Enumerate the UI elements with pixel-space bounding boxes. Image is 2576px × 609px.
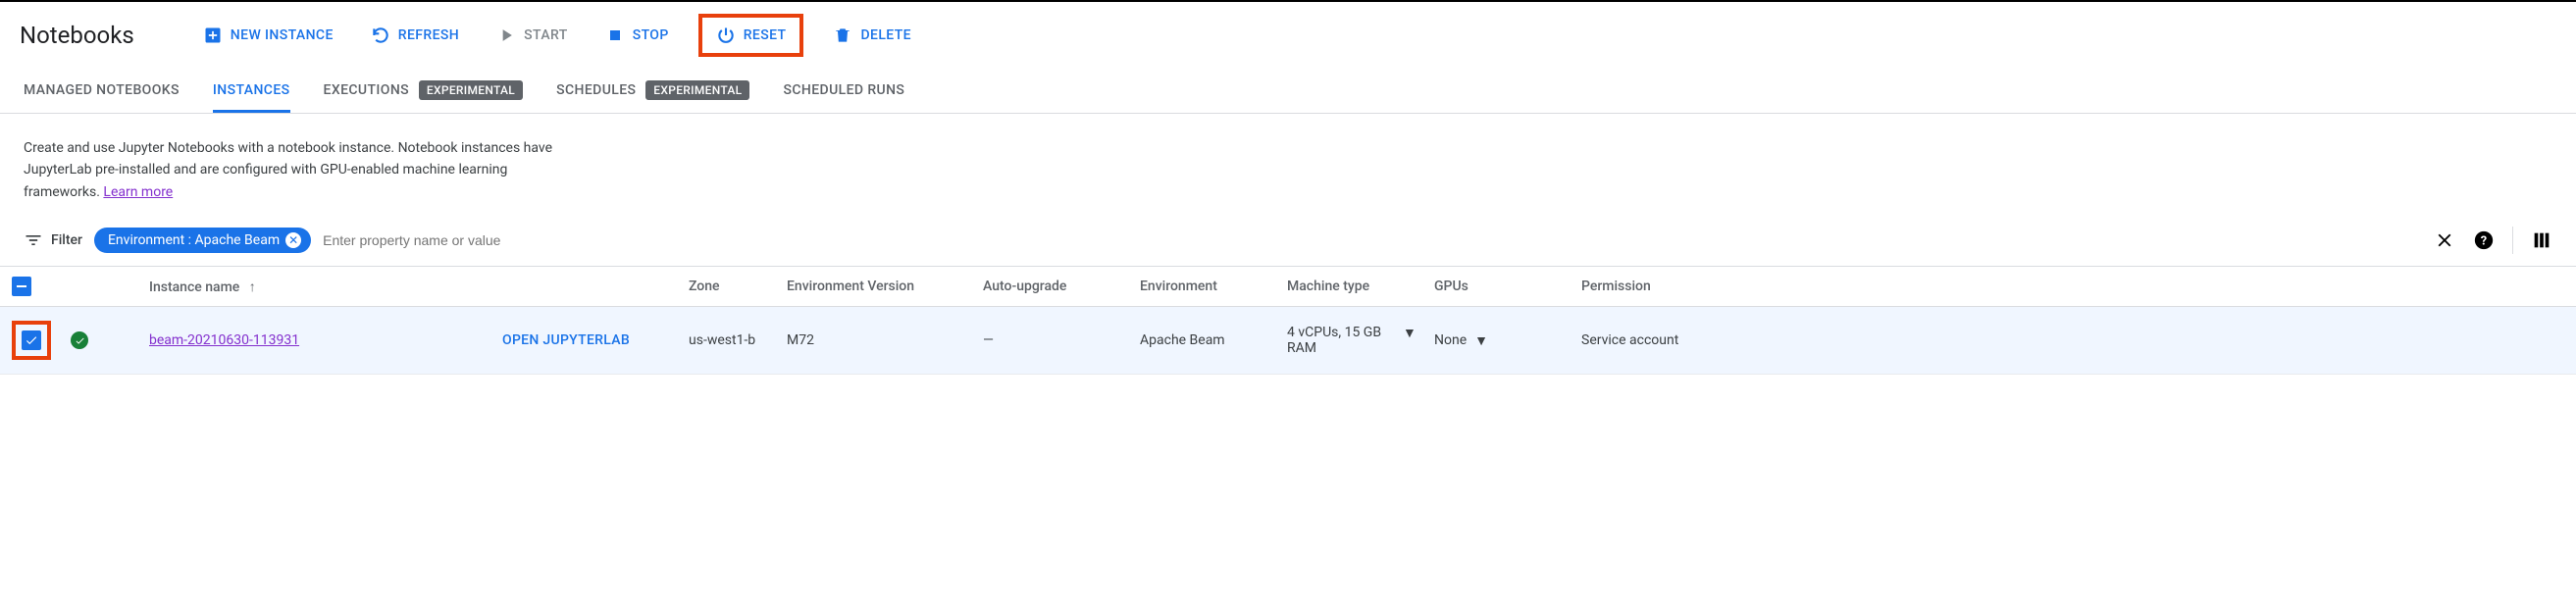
cell-machine-type[interactable]: 4 vCPUs, 15 GB RAM ▼ bbox=[1287, 325, 1434, 356]
filter-bar: Filter Environment : Apache Beam ✕ ? bbox=[0, 203, 2576, 266]
refresh-label: REFRESH bbox=[398, 27, 459, 43]
delete-button[interactable]: DELETE bbox=[825, 20, 919, 51]
tab-executions[interactable]: EXECUTIONS EXPERIMENTAL bbox=[324, 69, 524, 113]
sort-up-icon: ↑ bbox=[249, 279, 256, 295]
col-zone[interactable]: Zone bbox=[689, 279, 787, 294]
experimental-badge: EXPERIMENTAL bbox=[419, 80, 523, 100]
stop-label: STOP bbox=[633, 27, 669, 43]
status-running-icon bbox=[71, 331, 88, 349]
filter-label: Filter bbox=[51, 232, 82, 248]
refresh-button[interactable]: REFRESH bbox=[363, 20, 467, 51]
new-instance-label: NEW INSTANCE bbox=[231, 27, 334, 43]
cell-permission: Service account bbox=[1581, 332, 1699, 348]
filter-chip-label: Environment : Apache Beam bbox=[108, 232, 280, 248]
tab-scheduled-runs[interactable]: SCHEDULED RUNS bbox=[783, 69, 904, 113]
stop-button[interactable]: STOP bbox=[597, 20, 677, 51]
tab-schedules-label: SCHEDULES bbox=[556, 82, 636, 98]
instance-name-link[interactable]: beam-20210630-113931 bbox=[149, 332, 299, 348]
svg-text:?: ? bbox=[2481, 234, 2487, 249]
select-all-checkbox[interactable] bbox=[12, 277, 31, 296]
col-instance-name[interactable]: Instance name ↑ bbox=[149, 279, 502, 295]
filter-icon bbox=[24, 230, 43, 250]
col-gpus[interactable]: GPUs bbox=[1434, 279, 1581, 294]
filter-right: ? bbox=[2434, 227, 2552, 254]
tab-executions-label: EXECUTIONS bbox=[324, 82, 410, 98]
columns-icon[interactable] bbox=[2531, 229, 2552, 251]
tab-schedules[interactable]: SCHEDULES EXPERIMENTAL bbox=[556, 69, 749, 113]
close-icon[interactable]: ✕ bbox=[285, 232, 301, 248]
filter-label-wrap: Filter bbox=[24, 230, 82, 250]
reset-label: RESET bbox=[744, 27, 787, 43]
start-label: START bbox=[524, 27, 568, 43]
table-header: Instance name ↑ Zone Environment Version… bbox=[0, 266, 2576, 307]
page-title: Notebooks bbox=[20, 22, 134, 49]
tabs-bar: MANAGED NOTEBOOKS INSTANCES EXECUTIONS E… bbox=[0, 69, 2576, 114]
description-text: Create and use Jupyter Notebooks with a … bbox=[0, 114, 608, 203]
plus-icon bbox=[203, 25, 223, 45]
cell-env-version: M72 bbox=[787, 332, 983, 348]
learn-more-link[interactable]: Learn more bbox=[103, 184, 173, 200]
start-button[interactable]: START bbox=[489, 20, 576, 51]
reset-button[interactable]: RESET bbox=[708, 20, 795, 51]
row-checkbox-highlight bbox=[12, 321, 51, 360]
tab-instances[interactable]: INSTANCES bbox=[213, 69, 290, 113]
row-checkbox[interactable] bbox=[22, 330, 41, 350]
stop-icon bbox=[605, 25, 625, 45]
play-icon bbox=[496, 25, 516, 45]
table-row: beam-20210630-113931 OPEN JUPYTERLAB us-… bbox=[0, 307, 2576, 375]
chevron-down-icon[interactable]: ▼ bbox=[1403, 325, 1417, 341]
col-environment[interactable]: Environment bbox=[1140, 279, 1287, 294]
cell-auto-upgrade: — bbox=[983, 332, 1140, 348]
top-action-bar: Notebooks NEW INSTANCE REFRESH START STO… bbox=[0, 0, 2576, 69]
refresh-icon bbox=[371, 25, 390, 45]
close-icon[interactable] bbox=[2434, 229, 2455, 251]
help-icon[interactable]: ? bbox=[2473, 229, 2495, 251]
filter-input[interactable] bbox=[323, 232, 2422, 248]
cell-zone: us-west1-b bbox=[689, 332, 787, 348]
cell-gpus[interactable]: None ▼ bbox=[1434, 332, 1581, 349]
delete-label: DELETE bbox=[860, 27, 911, 43]
filter-chip[interactable]: Environment : Apache Beam ✕ bbox=[94, 228, 311, 253]
chevron-down-icon[interactable]: ▼ bbox=[1474, 332, 1488, 349]
new-instance-button[interactable]: NEW INSTANCE bbox=[195, 20, 341, 51]
open-jupyterlab-link[interactable]: OPEN JUPYTERLAB bbox=[502, 332, 630, 348]
col-env-version[interactable]: Environment Version bbox=[787, 279, 983, 294]
cell-environment: Apache Beam bbox=[1140, 332, 1287, 348]
tab-managed-notebooks[interactable]: MANAGED NOTEBOOKS bbox=[24, 69, 180, 113]
trash-icon bbox=[833, 25, 852, 45]
reset-highlight: RESET bbox=[698, 14, 804, 57]
col-machine-type[interactable]: Machine type bbox=[1287, 279, 1434, 294]
experimental-badge: EXPERIMENTAL bbox=[645, 80, 749, 100]
power-icon bbox=[716, 25, 736, 45]
col-auto-upgrade[interactable]: Auto-upgrade bbox=[983, 279, 1140, 294]
instances-table: Instance name ↑ Zone Environment Version… bbox=[0, 266, 2576, 375]
divider bbox=[2512, 227, 2513, 254]
col-permission[interactable]: Permission bbox=[1581, 279, 1699, 294]
